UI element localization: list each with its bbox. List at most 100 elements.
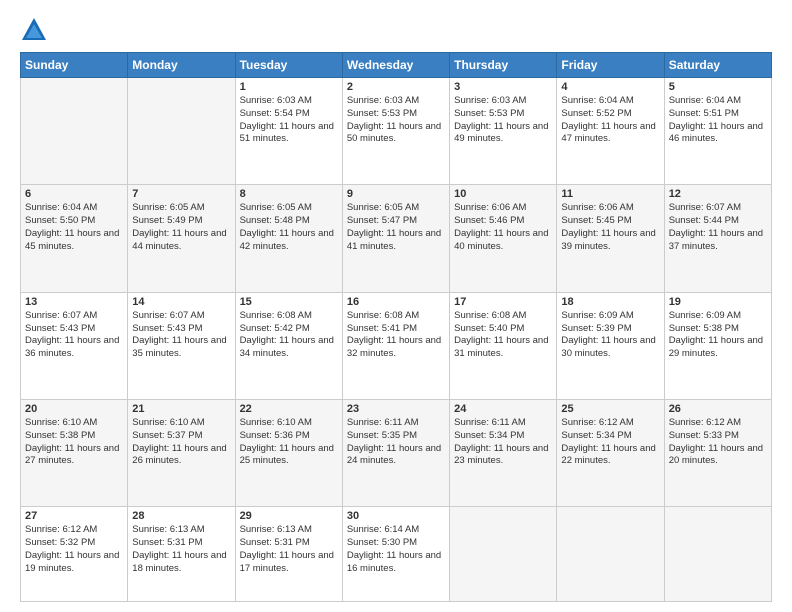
day-details: Sunrise: 6:08 AMSunset: 5:41 PMDaylight:…: [347, 310, 441, 359]
day-cell: 16 Sunrise: 6:08 AMSunset: 5:41 PMDayligh…: [342, 292, 449, 399]
day-details: Sunrise: 6:07 AMSunset: 5:44 PMDaylight:…: [669, 202, 763, 251]
day-number: 17: [454, 296, 552, 308]
day-cell: 15 Sunrise: 6:08 AMSunset: 5:42 PMDayligh…: [235, 292, 342, 399]
day-cell: 25 Sunrise: 6:12 AMSunset: 5:34 PMDayligh…: [557, 400, 664, 507]
day-details: Sunrise: 6:12 AMSunset: 5:34 PMDaylight:…: [561, 417, 655, 466]
day-details: Sunrise: 6:14 AMSunset: 5:30 PMDaylight:…: [347, 524, 441, 573]
col-header-sunday: Sunday: [21, 53, 128, 78]
day-details: Sunrise: 6:03 AMSunset: 5:53 PMDaylight:…: [347, 95, 441, 144]
day-number: 5: [669, 81, 767, 93]
day-number: 30: [347, 510, 445, 522]
day-cell: 6Sunrise: 6:04 AMSunset: 5:50 PMDaylight…: [21, 185, 128, 292]
day-details: Sunrise: 6:09 AMSunset: 5:39 PMDaylight:…: [561, 310, 655, 359]
day-number: 15: [240, 296, 338, 308]
week-row-2: 6Sunrise: 6:04 AMSunset: 5:50 PMDaylight…: [21, 185, 772, 292]
day-cell: [450, 507, 557, 602]
col-header-thursday: Thursday: [450, 53, 557, 78]
day-number: 7: [132, 188, 230, 200]
day-number: 13: [25, 296, 123, 308]
day-number: 10: [454, 188, 552, 200]
day-cell: 14 Sunrise: 6:07 AMSunset: 5:43 PMDayligh…: [128, 292, 235, 399]
day-cell: 17 Sunrise: 6:08 AMSunset: 5:40 PMDayligh…: [450, 292, 557, 399]
day-cell: 20 Sunrise: 6:10 AMSunset: 5:38 PMDayligh…: [21, 400, 128, 507]
col-header-wednesday: Wednesday: [342, 53, 449, 78]
day-details: Sunrise: 6:07 AMSunset: 5:43 PMDaylight:…: [25, 310, 119, 359]
day-number: 9: [347, 188, 445, 200]
day-details: Sunrise: 6:04 AMSunset: 5:52 PMDaylight:…: [561, 95, 655, 144]
day-cell: 27 Sunrise: 6:12 AMSunset: 5:32 PMDayligh…: [21, 507, 128, 602]
logo: [20, 16, 52, 44]
day-cell: [128, 78, 235, 185]
day-number: 8: [240, 188, 338, 200]
col-header-tuesday: Tuesday: [235, 53, 342, 78]
day-cell: 29 Sunrise: 6:13 AMSunset: 5:31 PMDayligh…: [235, 507, 342, 602]
day-details: Sunrise: 6:04 AMSunset: 5:51 PMDaylight:…: [669, 95, 763, 144]
day-details: Sunrise: 6:08 AMSunset: 5:42 PMDaylight:…: [240, 310, 334, 359]
day-cell: 8Sunrise: 6:05 AMSunset: 5:48 PMDaylight…: [235, 185, 342, 292]
day-details: Sunrise: 6:13 AMSunset: 5:31 PMDaylight:…: [132, 524, 226, 573]
day-number: 21: [132, 403, 230, 415]
day-number: 29: [240, 510, 338, 522]
col-header-saturday: Saturday: [664, 53, 771, 78]
day-number: 16: [347, 296, 445, 308]
col-header-friday: Friday: [557, 53, 664, 78]
day-cell: 22 Sunrise: 6:10 AMSunset: 5:36 PMDayligh…: [235, 400, 342, 507]
day-cell: 12 Sunrise: 6:07 AMSunset: 5:44 PMDayligh…: [664, 185, 771, 292]
day-number: 20: [25, 403, 123, 415]
day-cell: 10 Sunrise: 6:06 AMSunset: 5:46 PMDayligh…: [450, 185, 557, 292]
day-details: Sunrise: 6:06 AMSunset: 5:45 PMDaylight:…: [561, 202, 655, 251]
col-header-monday: Monday: [128, 53, 235, 78]
day-number: 6: [25, 188, 123, 200]
header-row: SundayMondayTuesdayWednesdayThursdayFrid…: [21, 53, 772, 78]
day-number: 27: [25, 510, 123, 522]
day-number: 24: [454, 403, 552, 415]
day-details: Sunrise: 6:10 AMSunset: 5:38 PMDaylight:…: [25, 417, 119, 466]
day-cell: 24 Sunrise: 6:11 AMSunset: 5:34 PMDayligh…: [450, 400, 557, 507]
day-details: Sunrise: 6:11 AMSunset: 5:34 PMDaylight:…: [454, 417, 548, 466]
day-cell: 23 Sunrise: 6:11 AMSunset: 5:35 PMDayligh…: [342, 400, 449, 507]
page: SundayMondayTuesdayWednesdayThursdayFrid…: [0, 0, 792, 612]
day-cell: 7 Sunrise: 6:05 AMSunset: 5:49 PMDaylight…: [128, 185, 235, 292]
day-details: Sunrise: 6:05 AMSunset: 5:47 PMDaylight:…: [347, 202, 441, 251]
day-details: Sunrise: 6:10 AMSunset: 5:36 PMDaylight:…: [240, 417, 334, 466]
day-details: Sunrise: 6:06 AMSunset: 5:46 PMDaylight:…: [454, 202, 548, 251]
day-number: 14: [132, 296, 230, 308]
day-cell: 28 Sunrise: 6:13 AMSunset: 5:31 PMDayligh…: [128, 507, 235, 602]
day-cell: 13 Sunrise: 6:07 AMSunset: 5:43 PMDayligh…: [21, 292, 128, 399]
day-cell: 5 Sunrise: 6:04 AMSunset: 5:51 PMDaylight…: [664, 78, 771, 185]
day-cell: 21Sunrise: 6:10 AMSunset: 5:37 PMDayligh…: [128, 400, 235, 507]
day-cell: [557, 507, 664, 602]
day-details: Sunrise: 6:07 AMSunset: 5:43 PMDaylight:…: [132, 310, 226, 359]
day-details: Sunrise: 6:13 AMSunset: 5:31 PMDaylight:…: [240, 524, 334, 573]
day-cell: 19Sunrise: 6:09 AMSunset: 5:38 PMDayligh…: [664, 292, 771, 399]
day-details: Sunrise: 6:05 AMSunset: 5:49 PMDaylight:…: [132, 202, 226, 251]
day-cell: 11Sunrise: 6:06 AMSunset: 5:45 PMDayligh…: [557, 185, 664, 292]
day-number: 4: [561, 81, 659, 93]
day-cell: [664, 507, 771, 602]
day-number: 22: [240, 403, 338, 415]
day-number: 26: [669, 403, 767, 415]
day-details: Sunrise: 6:08 AMSunset: 5:40 PMDaylight:…: [454, 310, 548, 359]
day-cell: 2 Sunrise: 6:03 AMSunset: 5:53 PMDaylight…: [342, 78, 449, 185]
day-number: 28: [132, 510, 230, 522]
day-cell: [21, 78, 128, 185]
day-cell: 1Sunrise: 6:03 AMSunset: 5:54 PMDaylight…: [235, 78, 342, 185]
week-row-1: 1Sunrise: 6:03 AMSunset: 5:54 PMDaylight…: [21, 78, 772, 185]
day-details: Sunrise: 6:09 AMSunset: 5:38 PMDaylight:…: [669, 310, 763, 359]
calendar-table: SundayMondayTuesdayWednesdayThursdayFrid…: [20, 52, 772, 602]
day-details: Sunrise: 6:11 AMSunset: 5:35 PMDaylight:…: [347, 417, 441, 466]
day-number: 12: [669, 188, 767, 200]
week-row-4: 20 Sunrise: 6:10 AMSunset: 5:38 PMDayligh…: [21, 400, 772, 507]
day-cell: 30 Sunrise: 6:14 AMSunset: 5:30 PMDayligh…: [342, 507, 449, 602]
day-details: Sunrise: 6:12 AMSunset: 5:32 PMDaylight:…: [25, 524, 119, 573]
day-cell: 26Sunrise: 6:12 AMSunset: 5:33 PMDayligh…: [664, 400, 771, 507]
day-number: 25: [561, 403, 659, 415]
day-number: 2: [347, 81, 445, 93]
logo-icon: [20, 16, 48, 44]
day-number: 1: [240, 81, 338, 93]
day-number: 3: [454, 81, 552, 93]
week-row-5: 27 Sunrise: 6:12 AMSunset: 5:32 PMDayligh…: [21, 507, 772, 602]
day-number: 23: [347, 403, 445, 415]
day-cell: 18Sunrise: 6:09 AMSunset: 5:39 PMDayligh…: [557, 292, 664, 399]
header: [20, 16, 772, 44]
